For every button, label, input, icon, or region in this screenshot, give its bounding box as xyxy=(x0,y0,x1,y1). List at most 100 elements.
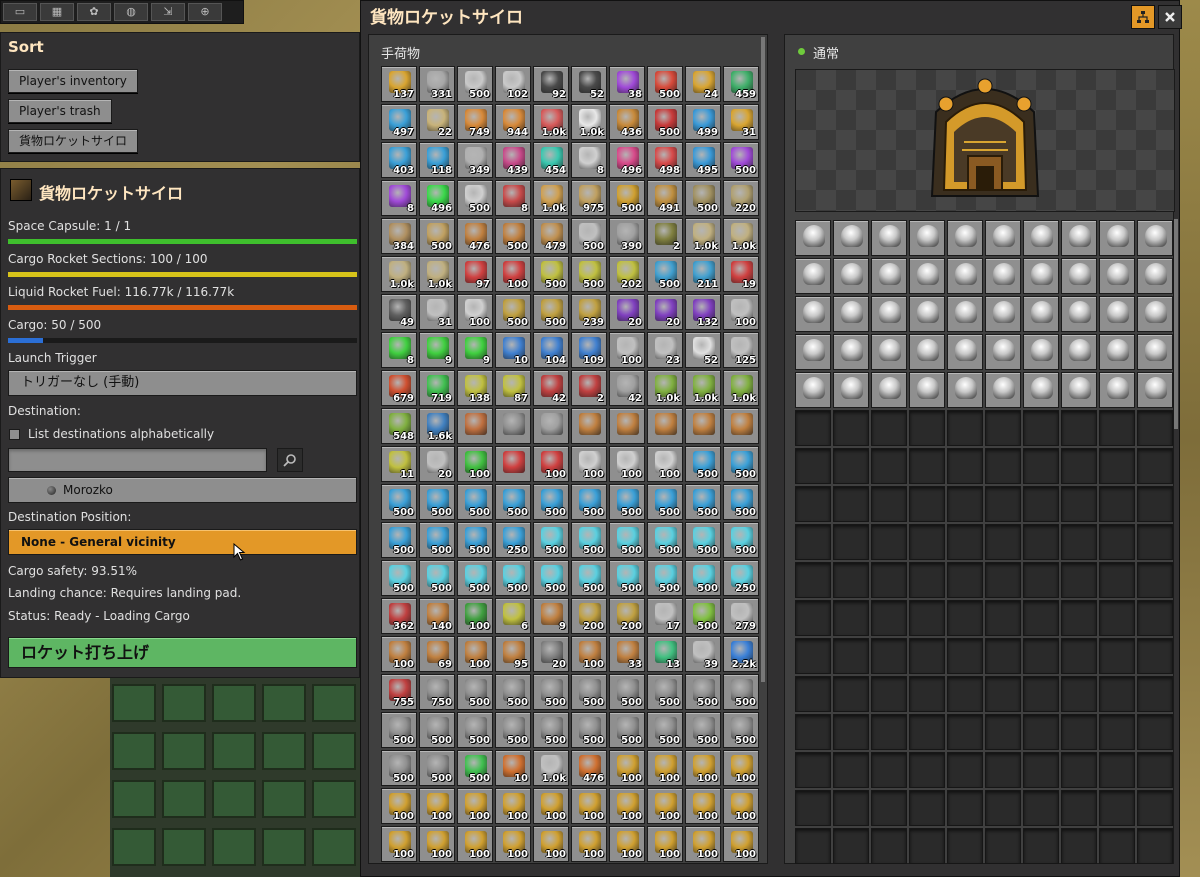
cargo-slot-filled[interactable] xyxy=(1137,220,1173,256)
cargo-slot-empty[interactable] xyxy=(985,562,1021,598)
cargo-slot-filled[interactable] xyxy=(947,220,983,256)
sort-player-trash-button[interactable]: Player's trash xyxy=(8,99,112,123)
inventory-slot[interactable]: 1.0k xyxy=(381,256,417,292)
cargo-slot-empty[interactable] xyxy=(795,790,831,826)
cargo-slot-empty[interactable] xyxy=(985,714,1021,750)
quickbar-slot[interactable]: ⇲ xyxy=(151,3,185,21)
inventory-slot[interactable]: 500 xyxy=(685,712,721,748)
cargo-slot-empty[interactable] xyxy=(985,448,1021,484)
cargo-slot-filled[interactable] xyxy=(871,334,907,370)
cargo-slot-empty[interactable] xyxy=(795,448,831,484)
inventory-slot[interactable]: 500 xyxy=(723,142,759,178)
inventory-slot[interactable]: 500 xyxy=(419,560,455,596)
inventory-slot[interactable]: 500 xyxy=(457,674,493,710)
cargo-slot-empty[interactable] xyxy=(795,562,831,598)
cargo-slot-empty[interactable] xyxy=(871,676,907,712)
inventory-slot[interactable]: 1.0k xyxy=(723,370,759,406)
inventory-slot[interactable]: 100 xyxy=(457,788,493,824)
inventory-slot[interactable]: 100 xyxy=(381,788,417,824)
inventory-slot[interactable]: 52 xyxy=(571,66,607,102)
inventory-slot[interactable]: 250 xyxy=(495,522,531,558)
inventory-slot[interactable]: 500 xyxy=(685,180,721,216)
inventory-slot[interactable]: 100 xyxy=(571,826,607,862)
cargo-slot-empty[interactable] xyxy=(871,486,907,522)
cargo-slot-empty[interactable] xyxy=(909,638,945,674)
inventory-slot[interactable]: 100 xyxy=(495,826,531,862)
inventory-slot[interactable]: 100 xyxy=(457,446,493,482)
inventory-slot[interactable]: 500 xyxy=(381,750,417,786)
cargo-slot-filled[interactable] xyxy=(947,334,983,370)
cargo-slot-filled[interactable] xyxy=(1061,296,1097,332)
inventory-slot[interactable]: 1.0k xyxy=(533,180,569,216)
cargo-slot-empty[interactable] xyxy=(1099,828,1135,864)
cargo-slot-empty[interactable] xyxy=(1023,714,1059,750)
cargo-slot-empty[interactable] xyxy=(947,676,983,712)
cargo-slot-filled[interactable] xyxy=(1099,334,1135,370)
inventory-slot[interactable]: 49 xyxy=(381,294,417,330)
cargo-slot-empty[interactable] xyxy=(985,828,1021,864)
inventory-slot[interactable]: 755 xyxy=(381,674,417,710)
cargo-slot-empty[interactable] xyxy=(795,676,831,712)
inventory-slot[interactable]: 9 xyxy=(533,598,569,634)
inventory-slot[interactable]: 87 xyxy=(495,370,531,406)
inventory-slot[interactable]: 403 xyxy=(381,142,417,178)
inventory-slot[interactable]: 20 xyxy=(533,636,569,672)
cargo-slot-empty[interactable] xyxy=(871,828,907,864)
inventory-slot[interactable]: 679 xyxy=(381,370,417,406)
cargo-slot-empty[interactable] xyxy=(909,448,945,484)
inventory-slot[interactable]: 500 xyxy=(457,712,493,748)
inventory-slot[interactable]: 2 xyxy=(647,218,683,254)
cargo-slot-filled[interactable] xyxy=(1137,258,1173,294)
cargo-slot-empty[interactable] xyxy=(1099,410,1135,446)
cargo-slot-filled[interactable] xyxy=(1061,258,1097,294)
cargo-slot-empty[interactable] xyxy=(909,828,945,864)
cargo-slot-empty[interactable] xyxy=(909,562,945,598)
cargo-slot-empty[interactable] xyxy=(909,714,945,750)
cargo-slot-filled[interactable] xyxy=(1137,296,1173,332)
cargo-slot-filled[interactable] xyxy=(833,372,869,408)
cargo-slot-empty[interactable] xyxy=(1099,562,1135,598)
cargo-slot-filled[interactable] xyxy=(795,296,831,332)
inventory-slot[interactable]: 500 xyxy=(457,180,493,216)
cargo-slot-empty[interactable] xyxy=(1061,790,1097,826)
cargo-slot-empty[interactable] xyxy=(871,562,907,598)
inventory-slot[interactable]: 500 xyxy=(571,218,607,254)
cargo-slot-filled[interactable] xyxy=(1023,258,1059,294)
inventory-slot[interactable]: 500 xyxy=(533,484,569,520)
inventory-slot[interactable]: 31 xyxy=(419,294,455,330)
cargo-slot-empty[interactable] xyxy=(1023,524,1059,560)
inventory-slot[interactable]: 500 xyxy=(647,104,683,140)
cargo-slot-empty[interactable] xyxy=(909,410,945,446)
sort-player-inventory-button[interactable]: Player's inventory xyxy=(8,69,138,93)
inventory-slot[interactable]: 1.0k xyxy=(723,218,759,254)
cargo-slot-empty[interactable] xyxy=(1137,486,1173,522)
inventory-slot[interactable]: 100 xyxy=(495,256,531,292)
cargo-slot-empty[interactable] xyxy=(947,828,983,864)
cargo-slot-filled[interactable] xyxy=(1023,334,1059,370)
cargo-slot-filled[interactable] xyxy=(947,296,983,332)
cargo-slot-filled[interactable] xyxy=(833,334,869,370)
inventory-slot[interactable]: 9 xyxy=(457,332,493,368)
inventory-slot[interactable]: 439 xyxy=(495,142,531,178)
inventory-slot[interactable]: 100 xyxy=(723,826,759,862)
inventory-slot[interactable]: 500 xyxy=(495,484,531,520)
inventory-slot[interactable]: 362 xyxy=(381,598,417,634)
inventory-slot[interactable]: 100 xyxy=(609,446,645,482)
cargo-slot-empty[interactable] xyxy=(833,790,869,826)
inventory-slot[interactable]: 100 xyxy=(457,826,493,862)
cargo-slot-empty[interactable] xyxy=(833,714,869,750)
inventory-slot[interactable]: 500 xyxy=(609,180,645,216)
inventory-slot[interactable]: 500 xyxy=(647,674,683,710)
inventory-slot[interactable]: 19 xyxy=(723,256,759,292)
inventory-slot[interactable]: 384 xyxy=(381,218,417,254)
cargo-slot-empty[interactable] xyxy=(909,752,945,788)
cargo-scrollbar[interactable] xyxy=(1174,219,1178,429)
inventory-slot[interactable]: 20 xyxy=(647,294,683,330)
cargo-slot-empty[interactable] xyxy=(1137,714,1173,750)
cargo-slot-empty[interactable] xyxy=(1099,676,1135,712)
launch-rocket-button[interactable]: ロケット打ち上げ xyxy=(8,637,357,668)
inventory-slot[interactable]: 500 xyxy=(685,674,721,710)
cargo-slot-empty[interactable] xyxy=(1023,448,1059,484)
inventory-slot[interactable]: 500 xyxy=(381,522,417,558)
inventory-slot[interactable] xyxy=(609,408,645,444)
